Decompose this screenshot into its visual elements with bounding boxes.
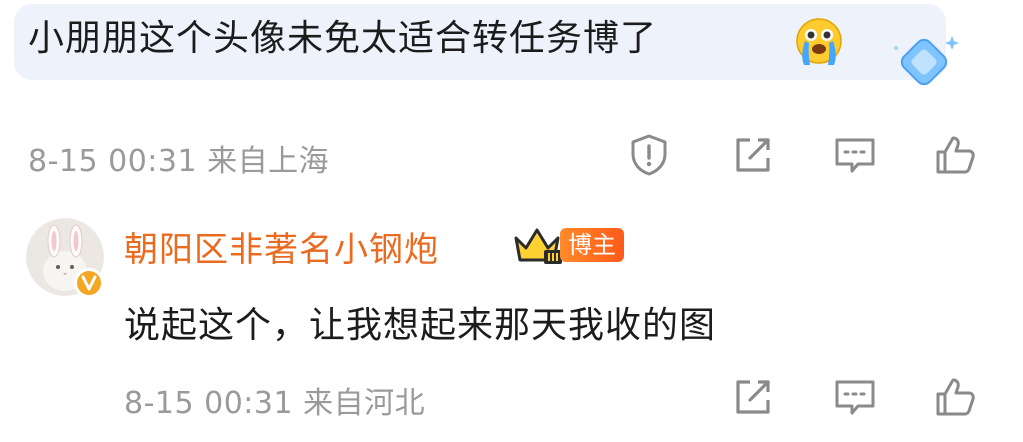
comment-timestamp: 8-15 00:31 [28,144,198,179]
reply-timestamp: 8-15 00:31 [124,386,294,421]
verified-badge-icon [74,268,104,298]
comment-location: 来自上海 [207,144,330,179]
reply-meta: 8-15 00:31 来自河北 [124,378,425,422]
diamond-badge-icon [888,26,964,92]
repost-icon [736,138,770,172]
blogger-badge: 博主 [560,228,624,262]
repost-icon [736,380,770,414]
reply-comment-button[interactable] [832,374,878,420]
reply-location: 来自河北 [303,386,426,421]
reply-text: 说起这个，让我想起来那天我收的图 [124,305,717,346]
repost-button[interactable] [730,132,776,178]
comment-text: 小朋朋这个头像未免太适合转任务博了 [28,18,658,59]
comment-button[interactable] [832,132,878,178]
comment-icon [835,138,875,173]
reply-username[interactable]: 朝阳区非著名小钢炮 [124,222,439,271]
comment-icon [835,380,875,415]
like-icon [936,378,975,416]
report-icon [631,134,667,176]
reply-like-button[interactable] [932,374,978,420]
crying-face-icon [792,15,846,69]
like-button[interactable] [932,132,978,178]
like-icon [936,136,975,174]
report-button[interactable] [626,132,672,178]
comment-meta: 8-15 00:31 来自上海 [28,136,329,180]
reply-repost-button[interactable] [730,374,776,420]
